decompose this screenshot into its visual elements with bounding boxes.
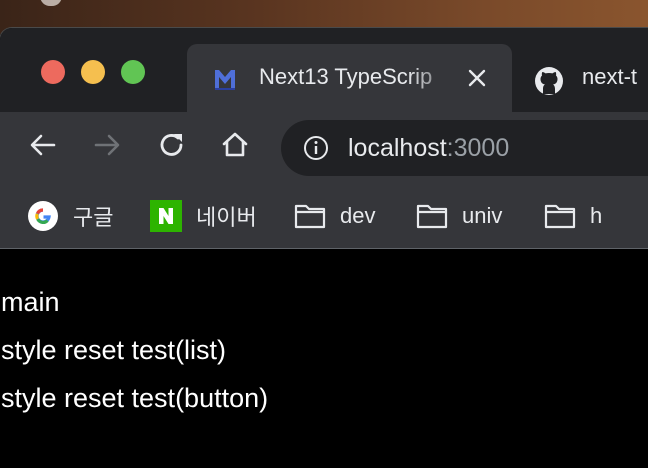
url-port: :3000: [446, 134, 510, 162]
next-m-logo-icon: [212, 66, 238, 92]
tab-title: next-t: [582, 64, 638, 89]
back-arrow-icon: [28, 130, 58, 165]
desktop-icon-fragment: [40, 0, 62, 6]
tab-title-fade: [407, 62, 467, 94]
title-bar: Next13 TypeScrip next-t: [0, 28, 648, 112]
github-icon: [534, 66, 563, 95]
address-bar[interactable]: localhost:3000: [281, 120, 648, 176]
button-reset-link[interactable]: style reset test(button): [1, 383, 268, 414]
toolbar: localhost:3000: [0, 112, 648, 184]
naver-icon: [150, 200, 182, 232]
back-button[interactable]: [28, 132, 58, 162]
bookmark-label: h: [590, 203, 603, 228]
bookmark-google[interactable]: 구글: [27, 200, 113, 232]
home-icon: [220, 130, 250, 165]
bookmark-label: dev: [340, 203, 376, 228]
browser-window: Next13 TypeScrip next-t localhost:3000 구…: [0, 28, 648, 468]
bookmark-folder-dev[interactable]: dev: [294, 200, 375, 232]
bookmark-label: 네이버: [196, 205, 257, 230]
bookmark-folder-univ[interactable]: univ: [416, 200, 502, 232]
url-text: localhost:3000: [348, 134, 509, 163]
reload-button[interactable]: [157, 132, 187, 162]
bookmark-naver[interactable]: 네이버: [150, 200, 257, 232]
close-window-button[interactable]: [41, 60, 65, 84]
google-icon: [27, 200, 59, 232]
folder-icon: [544, 200, 576, 232]
bookmarks-bar: 구글 네이버 dev univ h: [0, 184, 648, 249]
reload-icon: [157, 130, 187, 165]
forward-button[interactable]: [92, 132, 122, 162]
tab-inactive[interactable]: next-t: [512, 44, 648, 112]
page-content: main style reset test(list) style reset …: [0, 249, 648, 468]
minimize-window-button[interactable]: [81, 60, 105, 84]
list-reset-link[interactable]: style reset test(list): [1, 335, 226, 366]
url-host: localhost: [348, 134, 447, 162]
zoom-window-button[interactable]: [121, 60, 145, 84]
bookmark-label: 구글: [73, 205, 114, 230]
close-tab-icon[interactable]: [465, 66, 489, 90]
forward-arrow-icon: [92, 130, 122, 165]
folder-icon: [294, 200, 326, 232]
home-button[interactable]: [220, 132, 250, 162]
site-info-icon[interactable]: [303, 135, 329, 161]
bookmark-folder-h[interactable]: h: [544, 200, 602, 232]
bookmark-label: univ: [462, 203, 503, 228]
tab-active[interactable]: Next13 TypeScrip: [187, 44, 512, 112]
main-text: main: [1, 287, 60, 317]
folder-icon: [416, 200, 448, 232]
